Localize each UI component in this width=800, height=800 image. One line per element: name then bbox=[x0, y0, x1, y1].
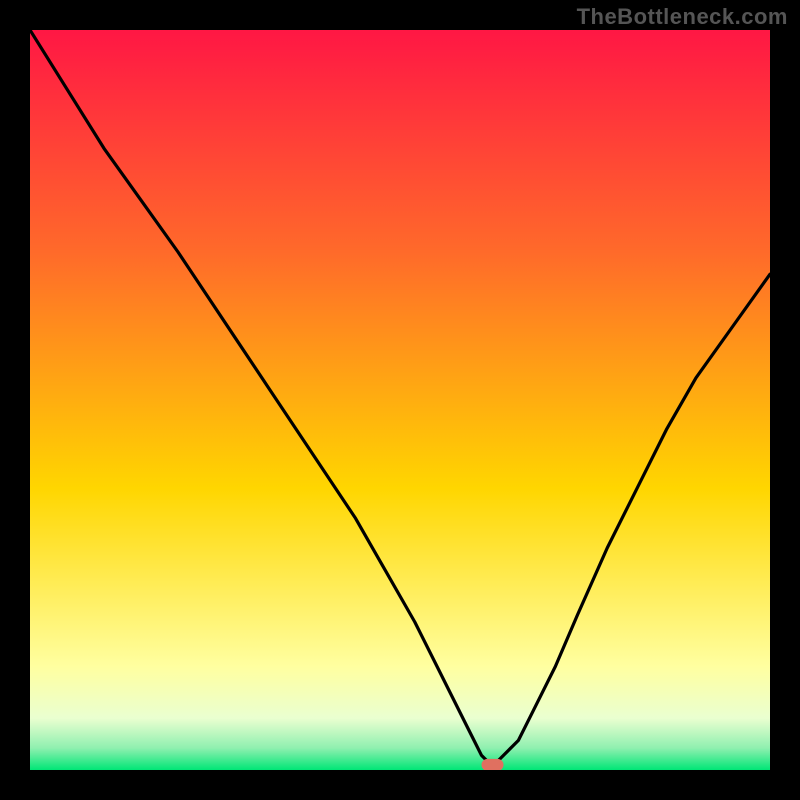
watermark-text: TheBottleneck.com bbox=[577, 4, 788, 30]
chart-frame: { "watermark": "TheBottleneck.com", "col… bbox=[0, 0, 800, 800]
balance-marker bbox=[482, 759, 504, 770]
bottleneck-chart bbox=[30, 30, 770, 770]
gradient-background bbox=[30, 30, 770, 770]
